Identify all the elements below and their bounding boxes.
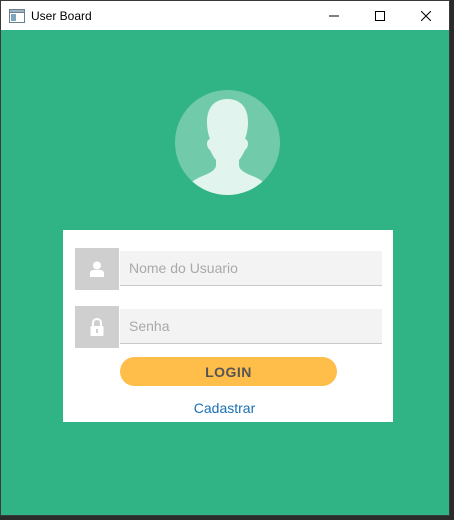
user-silhouette-icon	[186, 99, 269, 195]
password-input[interactable]	[120, 309, 382, 344]
app-window: User Board Nome do Usuario LOGIN Cadastr…	[0, 0, 450, 516]
app-icon	[9, 8, 25, 23]
login-panel: LOGIN Cadastrar	[63, 230, 393, 422]
window-controls	[311, 1, 449, 30]
maximize-icon	[375, 10, 385, 21]
username-icon-box	[75, 248, 119, 290]
lock-icon	[90, 318, 104, 336]
title-bar[interactable]: User Board	[1, 1, 449, 30]
window-title: User Board	[31, 8, 92, 23]
close-button[interactable]	[403, 1, 449, 30]
username-input[interactable]	[120, 251, 382, 286]
minimize-icon	[329, 15, 339, 16]
avatar	[175, 90, 280, 195]
user-icon	[90, 261, 104, 277]
password-icon-box	[75, 306, 119, 348]
minimize-button[interactable]	[311, 1, 357, 30]
login-button[interactable]: LOGIN	[120, 357, 337, 386]
close-icon	[421, 10, 431, 21]
register-link[interactable]: Cadastrar	[63, 400, 386, 416]
maximize-button[interactable]	[357, 1, 403, 30]
